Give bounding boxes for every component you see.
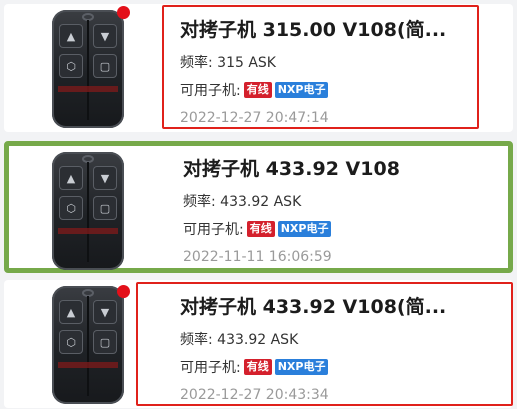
item-compatible: 可用子机: 有线 NXP电子	[180, 80, 477, 100]
key-list-item[interactable]: ▲ ▼ ⬡ ▢ 对拷子机 433.92 V108 频率: 433.92 ASK …	[4, 141, 513, 273]
item-frequency: 频率: 433.92 ASK	[180, 332, 299, 348]
padlock-icon: ⬡	[59, 54, 83, 78]
tag-wired: 有线	[243, 82, 272, 98]
lock-icon: ▼	[93, 166, 117, 190]
unlock-icon: ▲	[59, 300, 83, 324]
trunk-icon: ▢	[93, 196, 117, 220]
trunk-icon: ▢	[93, 330, 117, 354]
remote-key-image: ▲ ▼ ⬡ ▢	[52, 152, 124, 270]
item-timestamp: 2022-12-27 20:43:34	[180, 387, 329, 403]
item-title: 对拷子机 433.92 V108	[183, 158, 400, 180]
unlock-icon: ▲	[59, 24, 83, 48]
padlock-icon: ⬡	[59, 196, 83, 220]
lock-icon: ▼	[93, 24, 117, 48]
item-compatible: 可用子机: 有线 NXP电子	[180, 357, 511, 377]
lock-icon: ▼	[93, 300, 117, 324]
item-title: 对拷子机 315.00 V108(简...	[180, 19, 447, 41]
tag-nxp: NXP电子	[274, 82, 329, 98]
item-timestamp: 2022-11-11 16:06:59	[183, 249, 332, 265]
item-frequency: 频率: 433.92 ASK	[183, 194, 302, 210]
compatible-label: 可用子机:	[180, 83, 241, 99]
remote-key-image: ▲ ▼ ⬡ ▢	[52, 10, 124, 128]
tag-wired: 有线	[243, 359, 272, 375]
unlock-icon: ▲	[59, 166, 83, 190]
item-title: 对拷子机 433.92 V108(简...	[180, 296, 447, 318]
key-list-item[interactable]: ▲ ▼ ⬡ ▢ 对拷子机 433.92 V108(简... 频率: 433.92…	[4, 280, 513, 408]
key-list-item[interactable]: ▲ ▼ ⬡ ▢ 对拷子机 315.00 V108(简... 频率: 315 AS…	[4, 4, 513, 132]
trunk-icon: ▢	[93, 54, 117, 78]
item-frequency: 频率: 315 ASK	[180, 55, 276, 71]
item-compatible: 可用子机: 有线 NXP电子	[183, 219, 497, 239]
compatible-label: 可用子机:	[180, 360, 241, 376]
item-info[interactable]: 对拷子机 433.92 V108 频率: 433.92 ASK 可用子机: 有线…	[167, 146, 497, 268]
new-badge-dot	[117, 6, 130, 19]
item-timestamp: 2022-12-27 20:47:14	[180, 110, 329, 126]
tag-nxp: NXP电子	[274, 359, 329, 375]
remote-key-image: ▲ ▼ ⬡ ▢	[52, 286, 124, 404]
tag-wired: 有线	[246, 221, 275, 237]
new-badge-dot	[117, 285, 130, 298]
tag-nxp: NXP电子	[277, 221, 332, 237]
compatible-label: 可用子机:	[183, 222, 244, 238]
item-info[interactable]: 对拷子机 315.00 V108(简... 频率: 315 ASK 可用子机: …	[162, 5, 479, 129]
item-info[interactable]: 对拷子机 433.92 V108(简... 频率: 433.92 ASK 可用子…	[136, 282, 513, 406]
padlock-icon: ⬡	[59, 330, 83, 354]
